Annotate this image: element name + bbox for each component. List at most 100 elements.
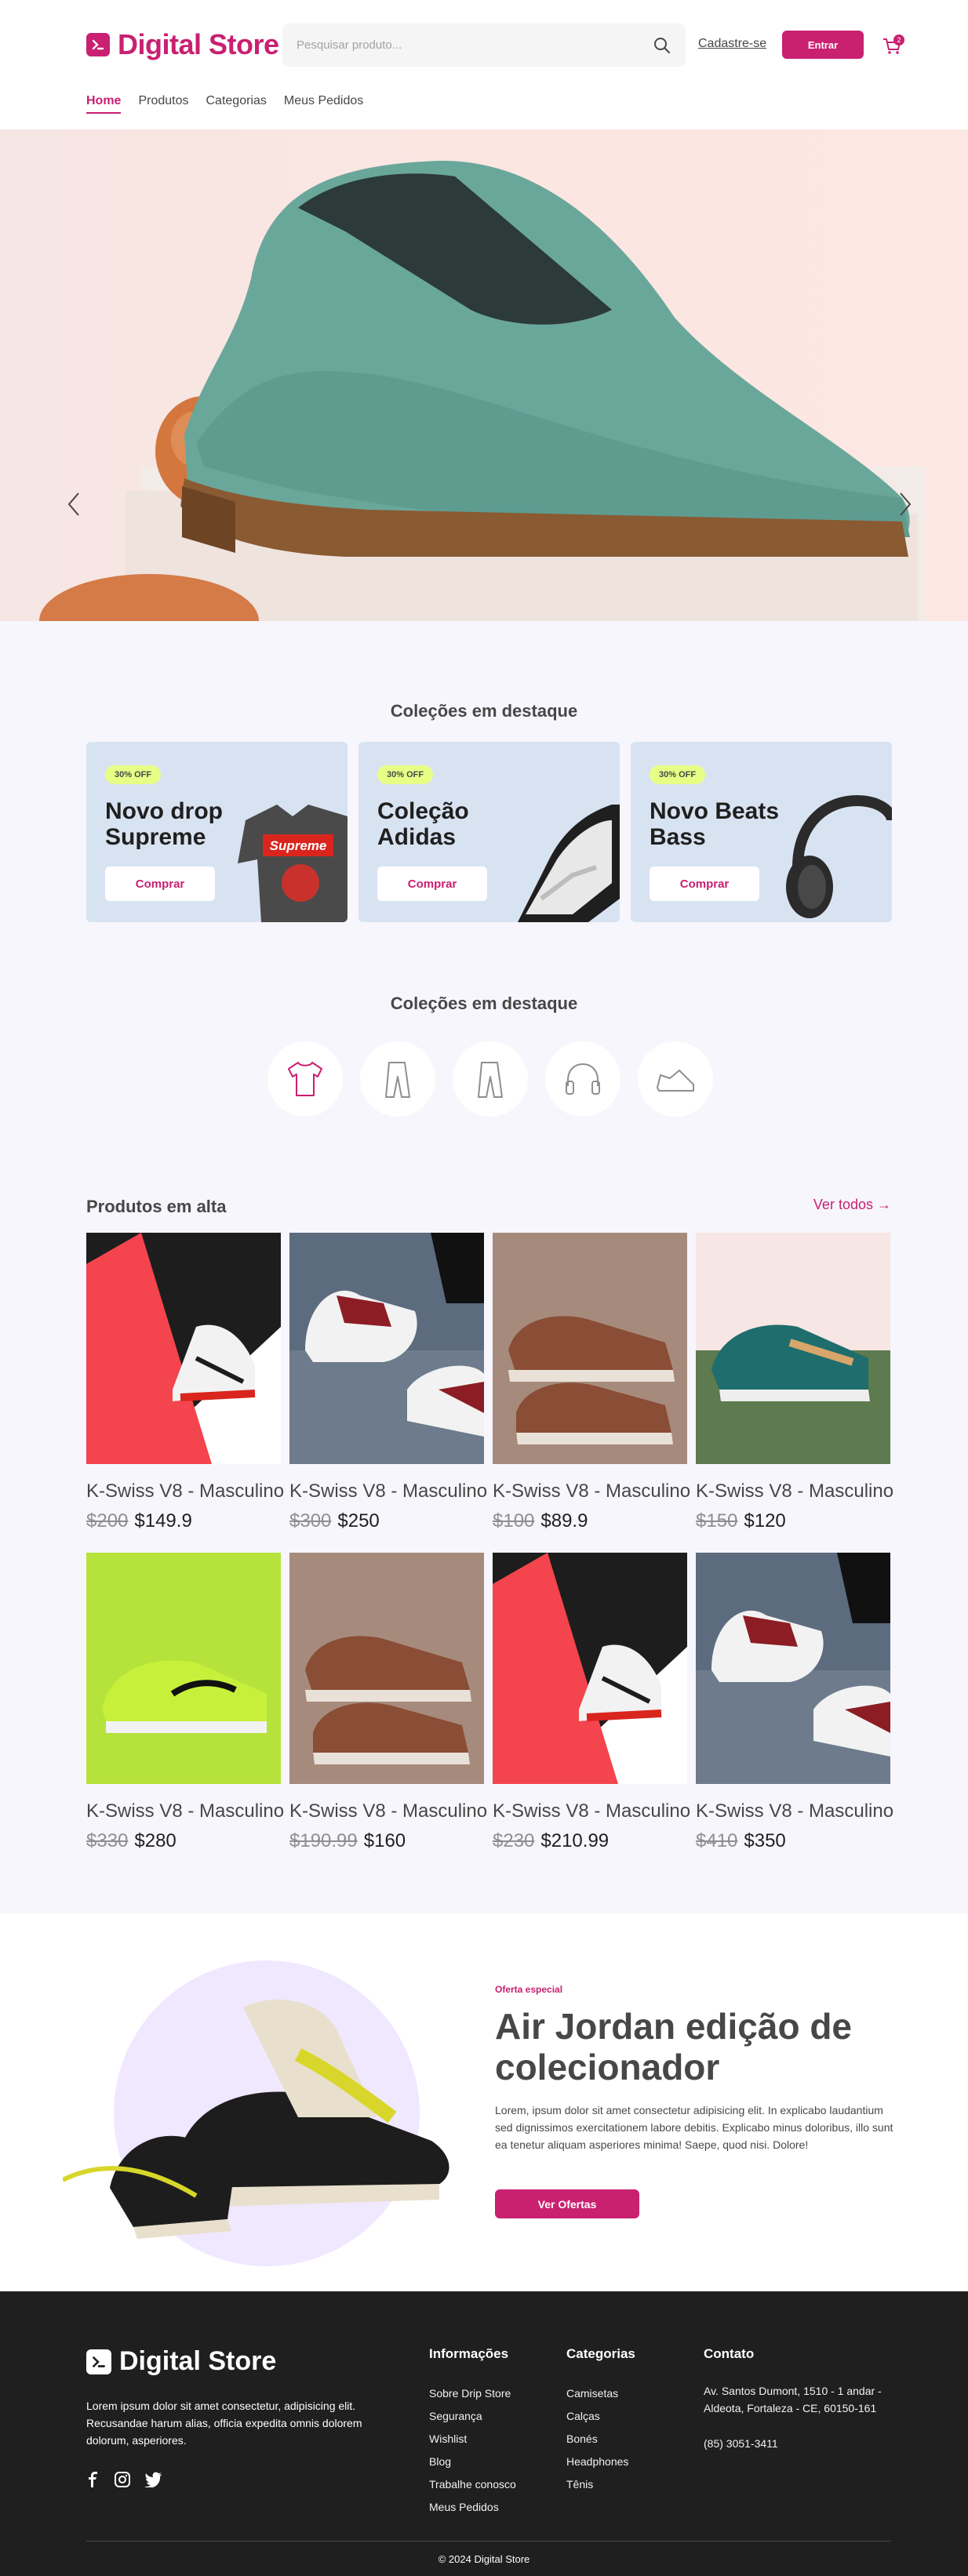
category-sneakers[interactable] <box>638 1041 713 1117</box>
product-name: K-Swiss V8 - Masculino <box>86 1481 285 1502</box>
buy-button[interactable]: Comprar <box>377 867 487 901</box>
product-price: $100 $89.9 <box>493 1510 687 1532</box>
nav-item-home[interactable]: Home <box>86 94 122 114</box>
product-image <box>696 1553 890 1784</box>
old-price: $230 <box>493 1830 535 1851</box>
current-price: $89.9 <box>540 1510 588 1531</box>
collections-title: Coleções em destaque <box>390 701 578 721</box>
category-pants-2[interactable] <box>453 1041 528 1117</box>
footer-logo[interactable]: Digital Store <box>86 2346 276 2377</box>
product-name: K-Swiss V8 - Masculino <box>289 1800 488 1822</box>
login-button[interactable]: Entrar <box>782 31 864 59</box>
search-icon[interactable] <box>653 36 671 55</box>
product-card[interactable]: K-Swiss V8 - Masculino $300 $250 <box>289 1233 488 1532</box>
product-card[interactable]: K-Swiss V8 - Masculino $100 $89.9 <box>493 1233 691 1532</box>
category-tshirt[interactable] <box>267 1041 343 1117</box>
copyright: © 2024 Digital Store <box>438 2553 530 2565</box>
footer-link[interactable]: Headphones <box>566 2451 635 2473</box>
footer-link[interactable]: Camisetas <box>566 2382 635 2405</box>
footer-info-column: Informações Sobre Drip Store Segurança W… <box>429 2346 516 2519</box>
see-all-label: Ver todos <box>813 1197 873 1212</box>
footer-link[interactable]: Meus Pedidos <box>429 2496 516 2519</box>
footer-contact-title: Contato <box>704 2346 755 2361</box>
product-price: $410 $350 <box>696 1830 890 1852</box>
main-nav: Home Produtos Categorias Meus Pedidos <box>86 94 363 114</box>
offer-title: Air Jordan edição de colecionador <box>495 2006 853 2087</box>
twitter-icon[interactable] <box>144 2472 162 2487</box>
headphones-icon <box>566 1063 600 1095</box>
see-all-link[interactable]: Ver todos → <box>813 1197 891 1217</box>
buy-button[interactable]: Comprar <box>650 867 759 901</box>
signup-link[interactable]: Cadastre-se <box>698 37 766 51</box>
old-price: $330 <box>86 1830 129 1851</box>
footer-phone: (85) 3051-3411 <box>704 2437 778 2450</box>
category-icons-row <box>267 1041 713 1117</box>
logo-terminal-icon <box>86 33 110 56</box>
svg-text:Supreme: Supreme <box>270 838 327 853</box>
brand-logo[interactable]: Digital Store <box>86 28 279 61</box>
pants-icon <box>478 1062 503 1098</box>
nav-item-categorias[interactable]: Categorias <box>206 94 267 114</box>
tshirt-icon <box>288 1062 322 1096</box>
current-price: $210.99 <box>540 1830 610 1851</box>
collection-card-beats[interactable]: 30% OFF Novo Beats Bass Comprar <box>631 742 892 922</box>
discount-badge: 30% OFF <box>377 765 434 784</box>
footer-link[interactable]: Trabalhe conosco <box>429 2473 516 2496</box>
product-card[interactable]: K-Swiss V8 - Masculino $410 $350 <box>696 1553 894 1852</box>
arrow-right-icon: → <box>877 1197 891 1212</box>
hero-prev-arrow-icon[interactable] <box>66 490 82 518</box>
logo-terminal-icon <box>86 2349 111 2374</box>
old-price: $150 <box>696 1510 738 1531</box>
footer-link[interactable]: Bonés <box>566 2428 635 2451</box>
product-card[interactable]: K-Swiss V8 - Masculino $190.99 $160 <box>289 1553 488 1852</box>
product-card[interactable]: K-Swiss V8 - Masculino $330 $280 <box>86 1553 284 1852</box>
old-price: $100 <box>493 1510 535 1531</box>
product-price: $150 $120 <box>696 1510 890 1532</box>
footer-link[interactable]: Wishlist <box>429 2428 516 2451</box>
old-price: $410 <box>696 1830 738 1851</box>
collection-card-adidas[interactable]: 30% OFF Coleção Adidas Comprar <box>358 742 620 922</box>
product-card[interactable]: K-Swiss V8 - Masculino $230 $210.99 <box>493 1553 690 1852</box>
hero-next-arrow-icon[interactable] <box>897 490 913 518</box>
pants-icon <box>385 1062 410 1098</box>
current-price: $250 <box>337 1510 380 1531</box>
product-card[interactable]: K-Swiss V8 - Masculino $150 $120 <box>696 1233 894 1532</box>
footer-link[interactable]: Sobre Drip Store <box>429 2382 516 2405</box>
category-headphones[interactable] <box>545 1041 620 1117</box>
footer-link[interactable]: Tênis <box>566 2473 635 2496</box>
footer-link[interactable]: Segurança <box>429 2405 516 2428</box>
search-input[interactable] <box>297 38 653 52</box>
product-name: K-Swiss V8 - Masculino <box>696 1481 894 1502</box>
adidas-shoe-image <box>518 805 620 922</box>
categories-title: Coleções em destaque <box>390 994 578 1013</box>
products-title: Produtos em alta <box>86 1197 227 1216</box>
product-name: K-Swiss V8 - Masculino <box>696 1800 894 1822</box>
product-card[interactable]: K-Swiss V8 - Masculino $200 $149.9 <box>86 1233 285 1532</box>
current-price: $160 <box>363 1830 406 1851</box>
facebook-icon[interactable] <box>86 2472 100 2487</box>
footer-categories-column: Categorias Camisetas Calças Bonés Headph… <box>566 2346 635 2496</box>
product-name: K-Swiss V8 - Masculino <box>289 1481 488 1502</box>
product-price: $190.99 $160 <box>289 1830 484 1852</box>
collection-card-supreme[interactable]: 30% OFF Novo drop Supreme Comprar Suprem… <box>86 742 348 922</box>
footer-info-title: Informações <box>429 2346 509 2361</box>
site-header: Digital Store Cadastre-se Entrar 2 Home … <box>0 0 968 129</box>
footer-address: Av. Santos Dumont, 1510 - 1 andar - Alde… <box>704 2385 882 2414</box>
cart-count-badge: 2 <box>893 35 904 45</box>
nav-item-meus-pedidos[interactable]: Meus Pedidos <box>284 94 363 114</box>
buy-button[interactable]: Comprar <box>105 867 215 901</box>
products-row-2: K-Swiss V8 - Masculino $330 $280 K-Swiss … <box>86 1553 894 1852</box>
see-offers-button[interactable]: Ver Ofertas <box>495 2189 639 2218</box>
products-row-1: K-Swiss V8 - Masculino $200 $149.9 K-Swis… <box>86 1233 894 1532</box>
product-name: K-Swiss V8 - Masculino <box>493 1481 691 1502</box>
product-image <box>289 1553 484 1784</box>
footer-link[interactable]: Blog <box>429 2451 516 2473</box>
nav-item-produtos[interactable]: Produtos <box>138 94 188 114</box>
footer-brand-name: Digital Store <box>119 2346 277 2376</box>
instagram-icon[interactable] <box>115 2472 130 2487</box>
product-price: $200 $149.9 <box>86 1510 281 1532</box>
offer-description: Lorem, ipsum dolor sit amet consectetur … <box>495 2104 893 2151</box>
footer-link[interactable]: Calças <box>566 2405 635 2428</box>
special-offer: Oferta especial Air Jordan edição de col… <box>0 1913 968 2291</box>
category-pants[interactable] <box>360 1041 435 1117</box>
